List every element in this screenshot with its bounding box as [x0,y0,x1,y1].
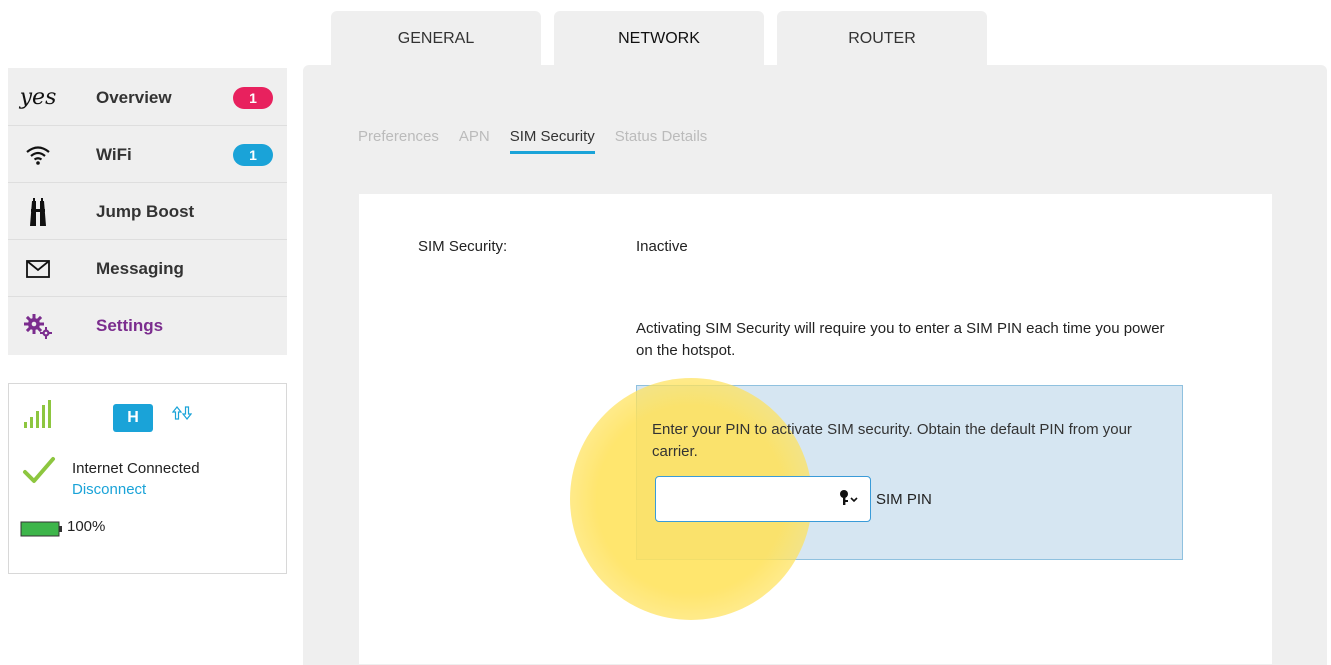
overview-badge: 1 [233,86,273,109]
battery-icon [20,520,64,543]
disconnect-link[interactable]: Disconnect [72,481,146,498]
sub-tabs: Preferences APN SIM Security Status Deta… [358,128,707,154]
wifi-icon [20,140,56,170]
check-icon [22,456,56,489]
sim-pin-label: SIM PIN [876,491,932,508]
key-dropdown-icon[interactable] [838,489,860,512]
sidebar-item-settings[interactable]: Settings [8,298,287,354]
sim-security-value: Inactive [636,238,688,255]
envelope-icon [20,254,56,284]
subtab-sim-security[interactable]: SIM Security [509,128,595,154]
tab-router[interactable]: ROUTER [777,11,987,67]
network-type-badge: H [113,404,153,432]
subtab-status-details[interactable]: Status Details [615,128,708,154]
subtab-apn[interactable]: APN [459,128,490,154]
connection-status-text: Internet Connected [72,460,200,477]
tab-general[interactable]: GENERAL [331,11,541,67]
sidebar-item-wifi[interactable]: WiFi 1 [8,127,287,183]
sim-security-description: Activating SIM Security will require you… [636,320,1165,359]
sidebar-item-overview[interactable]: yes Overview 1 [8,70,287,126]
sidebar-item-label: Overview [96,87,172,107]
tab-network[interactable]: NETWORK [554,11,764,67]
pin-instructions: Enter your PIN to activate SIM security.… [652,421,1132,460]
wifi-badge: 1 [233,143,273,166]
sidebar-item-label: Messaging [96,258,184,278]
sim-security-label: SIM Security: [418,238,508,255]
battery-percentage: 100% [67,518,106,535]
yes-logo-icon: yes [19,85,57,110]
sidebar-item-jump-boost[interactable]: Jump Boost [8,184,287,240]
signal-strength-icon [22,400,56,435]
sidebar-item-label: Jump Boost [96,201,195,221]
jump-boost-icon [20,197,56,227]
sidebar-item-label: Settings [96,316,164,335]
sidebar-item-label: WiFi [96,144,132,164]
gears-icon [20,311,56,341]
subtab-preferences[interactable]: Preferences [358,128,439,154]
sidebar-item-messaging[interactable]: Messaging [8,241,287,297]
data-transfer-arrows-icon [171,405,193,424]
